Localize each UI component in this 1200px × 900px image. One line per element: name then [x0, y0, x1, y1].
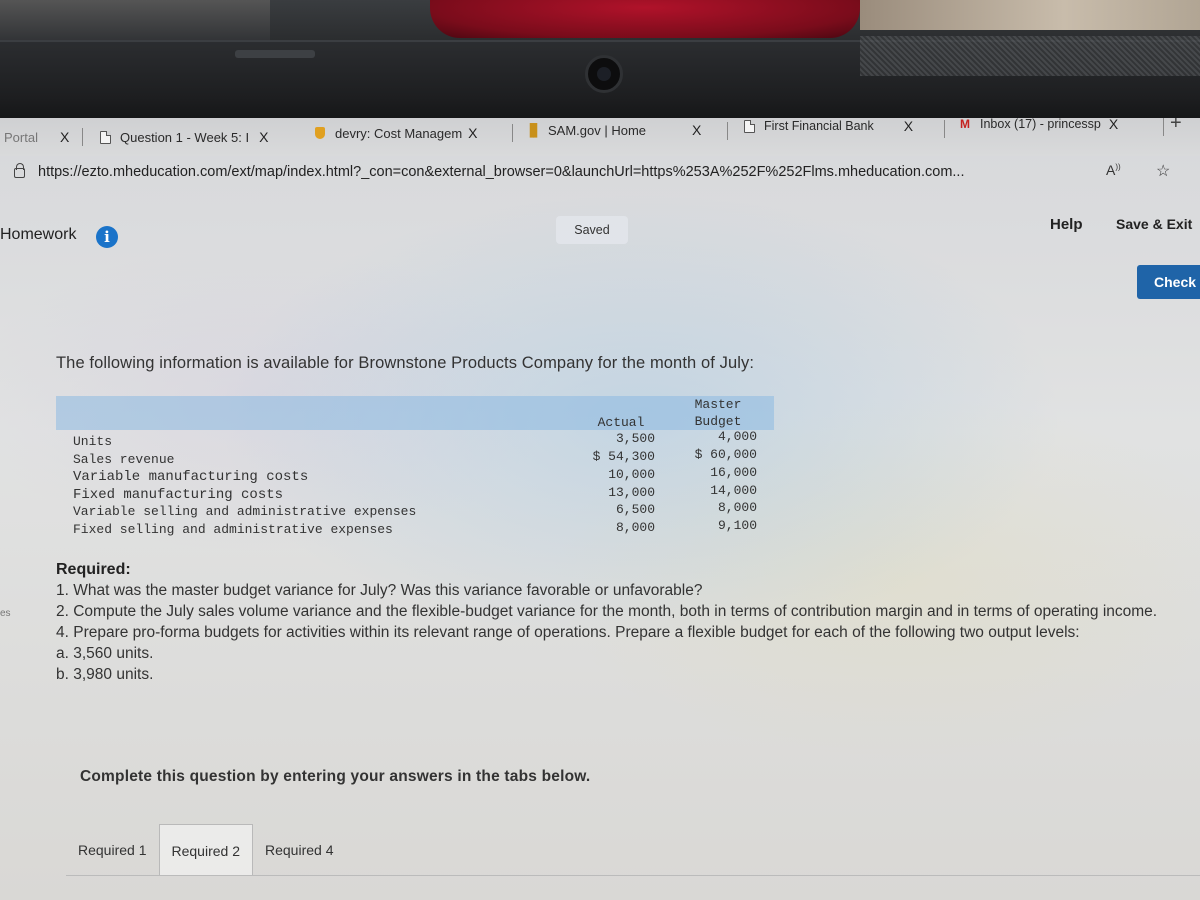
- devry-shield-icon: [313, 126, 327, 140]
- required-item: 1. What was the master budget variance f…: [56, 582, 703, 599]
- instruction-text: Complete this question by entering your …: [80, 768, 591, 785]
- required-item: b. 3,980 units.: [56, 666, 154, 683]
- required-item: a. 3,560 units.: [56, 645, 154, 662]
- cell-actual: 6,500: [615, 502, 655, 517]
- tab-panel-divider: [66, 875, 1200, 876]
- tab-title: First Financial Bank: [764, 119, 874, 133]
- cell-budget: 8,000: [717, 500, 757, 515]
- tab-label: Required 2: [171, 842, 241, 859]
- row-label: Fixed manufacturing costs: [73, 487, 284, 503]
- column-header-label: Master: [694, 397, 742, 412]
- cell-budget: $ 60,000: [694, 447, 757, 462]
- column-header-actual: Actual: [586, 414, 656, 431]
- background-object: [860, 0, 1200, 30]
- browser-tab-bank[interactable]: First Financial Bank X: [734, 118, 921, 140]
- gmail-icon: M: [960, 118, 970, 131]
- address-bar: https://ezto.mheducation.com/ext/map/ind…: [0, 156, 1200, 190]
- required-item: 4. Prepare pro-forma budgets for activit…: [56, 624, 1080, 641]
- cell-actual: $ 54,300: [592, 449, 655, 464]
- row-label: Variable selling and administrative expe…: [73, 504, 417, 519]
- browser-tab-devry[interactable]: devry: Cost Managem X: [305, 119, 486, 147]
- close-icon[interactable]: X: [259, 129, 268, 145]
- table-header: [56, 396, 774, 430]
- browser-tab-portal[interactable]: Portal X: [0, 123, 77, 151]
- cell-actual: 10,000: [608, 467, 655, 482]
- laptop-hinge: [235, 50, 315, 58]
- webcam: [585, 55, 623, 93]
- row-label: Variable manufacturing costs: [73, 469, 309, 485]
- tab-title: Portal: [4, 129, 38, 145]
- background-object: [0, 0, 270, 45]
- browser-tab-samgov[interactable]: ▐▌ SAM.gov | Home X: [518, 118, 709, 144]
- document-icon: [98, 130, 112, 144]
- help-link[interactable]: Help: [1050, 216, 1083, 233]
- new-tab-button[interactable]: +: [1170, 118, 1182, 135]
- document-icon: [742, 119, 756, 133]
- required-heading: Required:: [56, 561, 131, 578]
- column-header-label: Budget: [694, 414, 742, 429]
- tab-separator: [82, 128, 83, 146]
- tab-separator: [944, 120, 945, 138]
- cell-actual: 13,000: [608, 485, 655, 500]
- question-intro: The following information is available f…: [56, 354, 755, 372]
- tab-required-1[interactable]: Required 1: [66, 824, 159, 876]
- close-icon[interactable]: X: [692, 122, 701, 138]
- tab-label: Required 1: [78, 842, 147, 858]
- column-header-label: Actual: [597, 415, 645, 430]
- browser-tab-inbox[interactable]: M Inbox (17) - princessp X: [950, 118, 1126, 138]
- url-input[interactable]: https://ezto.mheducation.com/ext/map/ind…: [38, 164, 965, 180]
- row-label: Fixed selling and administrative expense…: [73, 522, 393, 537]
- screen: Portal X Question 1 - Week 5: I X devry:…: [0, 118, 1200, 900]
- cell-actual: 3,500: [615, 431, 655, 446]
- background-fabric: [430, 0, 860, 38]
- tab-title: SAM.gov | Home: [548, 122, 647, 138]
- cell-budget: 16,000: [710, 465, 757, 480]
- required-section: Required: 1. What was the master budget …: [56, 559, 1166, 685]
- check-button[interactable]: Check: [1137, 265, 1200, 299]
- speaker-grille: [860, 36, 1200, 76]
- close-icon[interactable]: X: [1109, 118, 1118, 132]
- tab-title: devry: Cost Managem: [335, 125, 463, 141]
- lock-icon: [14, 163, 25, 178]
- tab-required-2[interactable]: Required 2: [158, 824, 253, 876]
- save-status-badge: Saved: [556, 216, 628, 244]
- row-label: Units: [73, 434, 113, 449]
- tab-separator: [512, 124, 513, 142]
- tab-label: Required 4: [265, 842, 334, 858]
- save-and-exit-link[interactable]: Save & Exit: [1116, 216, 1192, 232]
- close-icon[interactable]: X: [468, 125, 477, 141]
- cell-budget: 14,000: [710, 483, 757, 498]
- column-header-master-budget: Master Budget: [686, 396, 750, 430]
- page-title: Homework: [0, 226, 77, 243]
- sam-gov-icon: ▐▌: [525, 123, 542, 137]
- answer-tabs: Required 1 Required 2 Required 4: [66, 824, 346, 876]
- read-aloud-icon[interactable]: A)): [1106, 162, 1121, 178]
- tab-separator: [727, 122, 728, 140]
- tab-title: Inbox (17) - princessp: [980, 118, 1101, 131]
- required-item: 2. Compute the July sales volume varianc…: [56, 603, 1158, 620]
- sidebar-edge-text: es: [0, 608, 11, 619]
- add-favorite-icon[interactable]: ☆: [1156, 161, 1170, 181]
- tab-separator: [1163, 118, 1164, 136]
- tab-title: Question 1 - Week 5: I: [120, 129, 250, 145]
- cell-actual: 8,000: [615, 520, 655, 535]
- browser-tab-strip: Portal X Question 1 - Week 5: I X devry:…: [0, 118, 1200, 156]
- close-icon[interactable]: X: [904, 118, 913, 134]
- close-icon[interactable]: X: [60, 129, 69, 145]
- browser-tab-question[interactable]: Question 1 - Week 5: I X: [90, 123, 276, 151]
- row-label: Sales revenue: [73, 452, 175, 467]
- tab-required-4[interactable]: Required 4: [253, 824, 346, 876]
- info-icon[interactable]: i: [96, 226, 118, 248]
- cell-budget: 9,100: [717, 518, 757, 533]
- cell-budget: 4,000: [717, 429, 757, 444]
